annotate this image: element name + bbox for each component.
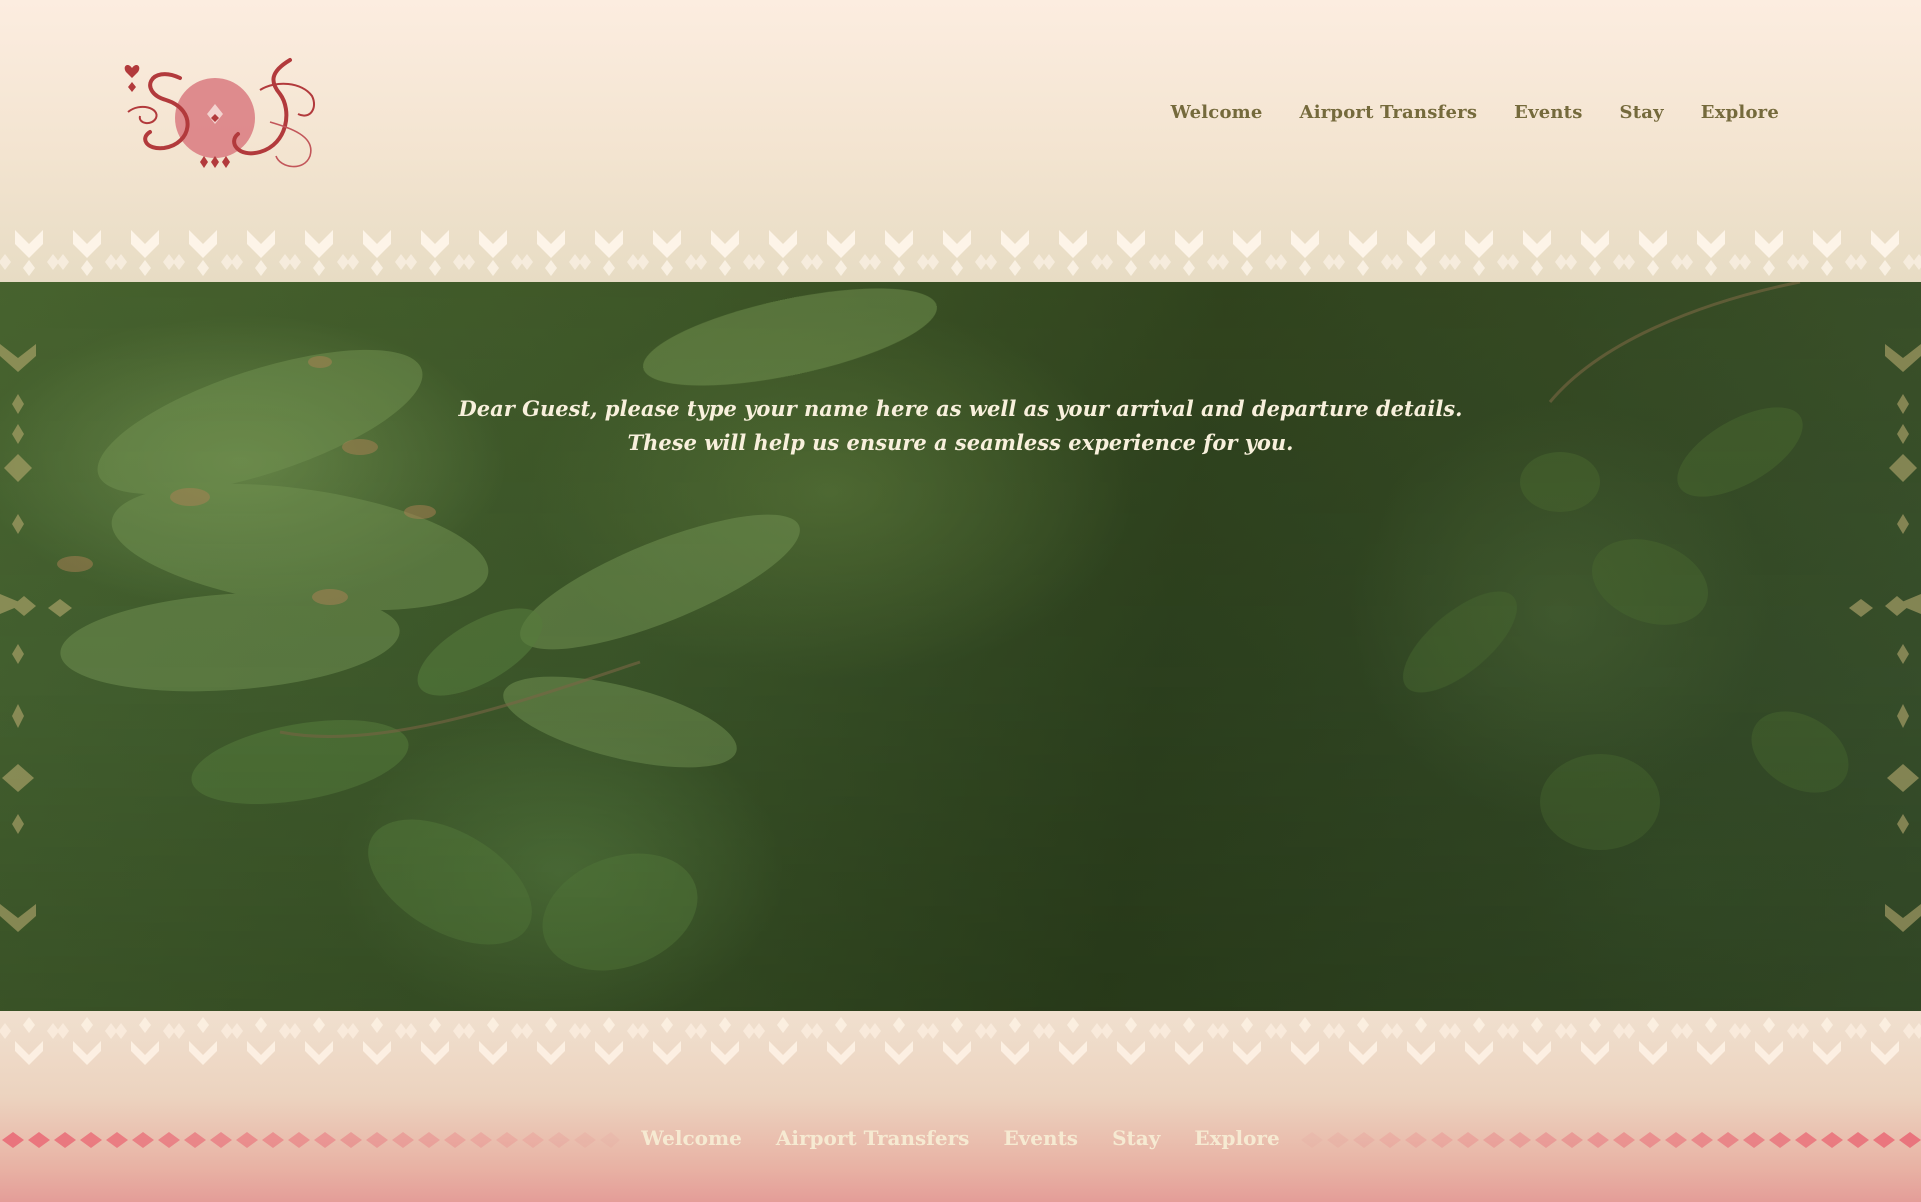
footer-nav-airport-transfers[interactable]: Airport Transfers	[776, 1126, 970, 1150]
nav-events[interactable]: Events	[1514, 102, 1582, 123]
guest-instructions: Dear Guest, please type your name here a…	[0, 392, 1921, 460]
nav-welcome[interactable]: Welcome	[1171, 102, 1263, 123]
monogram-logo[interactable]	[120, 52, 320, 176]
nav-stay[interactable]: Stay	[1620, 102, 1664, 123]
footer-nav-events[interactable]: Events	[1003, 1126, 1078, 1150]
top-navigation: Welcome Airport Transfers Events Stay Ex…	[1171, 102, 1779, 123]
hero-section: Dear Guest, please type your name here a…	[0, 282, 1921, 1011]
instruction-line-1: Dear Guest, please type your name here a…	[458, 396, 1463, 421]
footer-nav-explore[interactable]: Explore	[1194, 1126, 1279, 1150]
nav-airport-transfers[interactable]: Airport Transfers	[1300, 102, 1478, 123]
footer-nav-welcome[interactable]: Welcome	[641, 1126, 742, 1150]
nav-explore[interactable]: Explore	[1701, 102, 1779, 123]
decorative-pattern-band-bottom	[0, 1011, 1921, 1069]
site-header: Welcome Airport Transfers Events Stay Ex…	[0, 0, 1921, 282]
instruction-line-2: These will help us ensure a seamless exp…	[627, 430, 1294, 455]
decorative-pattern-band	[0, 224, 1921, 282]
footer-nav-stay[interactable]: Stay	[1112, 1126, 1160, 1150]
footer-navigation: Welcome Airport Transfers Events Stay Ex…	[0, 1126, 1921, 1150]
